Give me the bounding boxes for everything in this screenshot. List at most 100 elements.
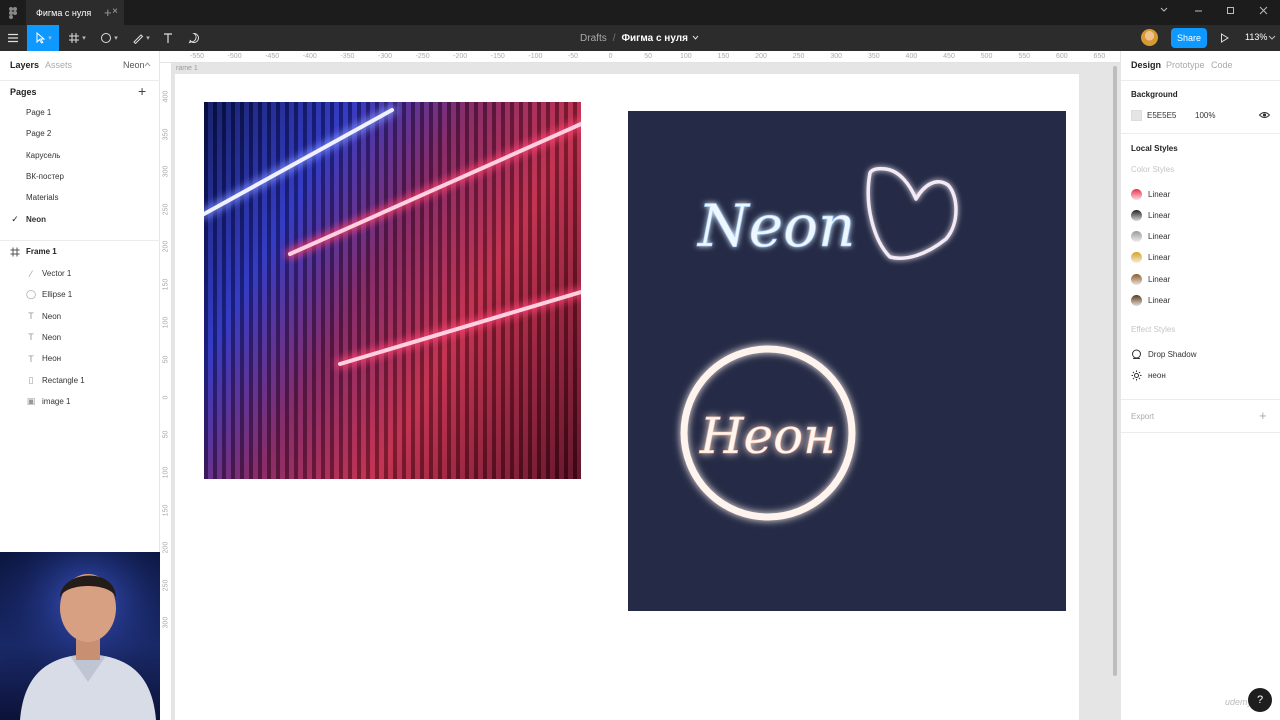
add-page-icon[interactable]: + xyxy=(138,83,146,99)
color-style-item[interactable]: Linear xyxy=(1131,186,1170,202)
text-tool-button[interactable] xyxy=(158,25,178,51)
pen-tool-button[interactable]: ▾ xyxy=(127,25,155,51)
tab-prototype[interactable]: Prototype xyxy=(1166,60,1205,70)
close-tab-icon[interactable]: × xyxy=(112,7,118,17)
ruler-tick-label: -150 xyxy=(490,53,505,60)
layer-item-label: Neon xyxy=(42,311,62,321)
page-item[interactable]: Page 1 xyxy=(0,102,160,123)
layer-item[interactable]: ◯ Ellipse 1 xyxy=(0,284,160,305)
color-style-item[interactable]: Linear xyxy=(1131,250,1170,266)
canvas[interactable]: rame 1 Neon Неон xyxy=(172,63,1118,720)
eye-icon[interactable] xyxy=(1259,111,1270,119)
layer-item[interactable]: T Неон xyxy=(0,348,160,369)
add-export-icon[interactable]: + xyxy=(1259,408,1267,423)
page-item[interactable]: ✓ Neon xyxy=(0,209,160,230)
ruler-tick-label: 0 xyxy=(162,395,170,400)
close-window-icon[interactable] xyxy=(1259,6,1268,15)
frame-icon xyxy=(69,33,80,43)
effect-style-item[interactable]: неон xyxy=(1131,367,1166,383)
color-style-item[interactable]: Linear xyxy=(1131,271,1170,287)
play-icon[interactable] xyxy=(1220,33,1229,43)
page-item-label: Materials xyxy=(26,193,59,203)
layer-item[interactable]: T Neon xyxy=(0,306,160,327)
color-style-label: Linear xyxy=(1148,210,1171,220)
ruler-tick-label: 100 xyxy=(162,316,170,328)
local-styles-title: Local Styles xyxy=(1131,144,1178,153)
cursor-icon xyxy=(36,32,46,44)
layer-item-label: Rectangle 1 xyxy=(42,375,85,385)
new-tab-icon[interactable]: + xyxy=(104,5,112,20)
text-icon: T xyxy=(28,353,34,364)
neon-photo[interactable] xyxy=(204,102,581,479)
vertical-scrollbar[interactable] xyxy=(1113,66,1117,676)
background-hex[interactable]: E5E5E5 xyxy=(1147,111,1176,120)
share-button[interactable]: Share xyxy=(1171,28,1207,48)
background-title: Background xyxy=(1131,90,1178,99)
color-style-item[interactable]: Linear xyxy=(1131,229,1170,245)
drop-shadow-icon xyxy=(1132,349,1141,359)
frame-tool-button[interactable]: ▾ xyxy=(63,25,91,51)
frame-label[interactable]: rame 1 xyxy=(176,65,198,72)
maximize-icon[interactable] xyxy=(1226,6,1235,15)
effect-style-item[interactable]: Drop Shadow xyxy=(1131,346,1196,362)
color-style-item[interactable]: Linear xyxy=(1131,293,1170,309)
layer-item-label: Vector 1 xyxy=(42,269,72,278)
help-button[interactable]: ? xyxy=(1248,688,1272,712)
sun-icon xyxy=(1131,370,1142,380)
ruler-tick-label: -400 xyxy=(302,53,317,60)
page-item[interactable]: Карусель xyxy=(0,145,160,166)
file-tab-title: Фигма с нуля xyxy=(36,7,92,18)
layer-item[interactable]: T Neon xyxy=(0,327,160,348)
tab-layers[interactable]: Layers xyxy=(10,60,39,70)
ruler-tick-label: 600 xyxy=(1055,53,1068,60)
page-item-label: Карусель xyxy=(26,150,61,160)
layer-item[interactable]: ▣ image 1 xyxy=(0,391,160,412)
tab-design[interactable]: Design xyxy=(1131,60,1161,70)
ruler-tick-label: 200 xyxy=(755,53,767,60)
layer-item[interactable]: ▯ Rectangle 1 xyxy=(0,370,160,391)
text-icon xyxy=(164,33,172,43)
color-style-item[interactable]: Linear xyxy=(1131,207,1170,223)
move-tool-button[interactable]: ▾ xyxy=(27,25,59,51)
neon-artboard[interactable]: Neon Неон xyxy=(628,111,1066,611)
page-item-label: Page 2 xyxy=(26,129,52,139)
layer-item-label: Ellipse 1 xyxy=(42,290,73,300)
heart-vector[interactable] xyxy=(866,166,958,260)
color-style-label: Linear xyxy=(1148,274,1171,284)
avatar[interactable] xyxy=(1141,29,1158,46)
page-selector[interactable]: Neon xyxy=(123,60,145,70)
figma-logo-icon[interactable] xyxy=(9,7,17,19)
ruler-tick-label: 300 xyxy=(162,617,170,629)
page-item[interactable]: Materials xyxy=(0,187,160,208)
main-menu-button[interactable] xyxy=(0,25,26,51)
ruler-tick-label: 400 xyxy=(905,53,918,60)
chevron-down-icon[interactable] xyxy=(1160,6,1168,14)
layer-item[interactable]: ⁄ Vector 1 xyxy=(0,263,160,284)
chevron-down-icon[interactable] xyxy=(691,34,700,42)
pages-title: Pages xyxy=(10,87,37,97)
chevron-up-icon[interactable] xyxy=(144,62,151,67)
layer-item-label: image 1 xyxy=(42,396,71,406)
frame-icon xyxy=(10,247,20,256)
tab-assets[interactable]: Assets xyxy=(45,60,72,70)
ruler-tick-label: 250 xyxy=(162,579,170,592)
breadcrumb-drafts[interactable]: Drafts xyxy=(580,33,607,44)
page-item[interactable]: ВК-постер xyxy=(0,166,160,187)
zoom-level[interactable]: 113% xyxy=(1245,32,1267,42)
neon-text[interactable]: Neon xyxy=(696,192,856,261)
chevron-down-icon[interactable] xyxy=(1268,35,1276,41)
background-opacity[interactable]: 100% xyxy=(1195,111,1215,120)
minimize-icon[interactable] xyxy=(1194,6,1203,15)
neon-cyrillic-text[interactable]: Неон xyxy=(699,407,837,466)
background-swatch[interactable] xyxy=(1131,110,1142,121)
comment-tool-button[interactable] xyxy=(184,25,204,51)
ruler-tick-label: 250 xyxy=(792,53,805,60)
frame-1[interactable]: Neon Неон xyxy=(175,74,1079,720)
file-name[interactable]: Фигма с нуля xyxy=(622,33,688,44)
page-item[interactable]: Page 2 xyxy=(0,123,160,144)
shape-tool-button[interactable]: ▾ xyxy=(95,25,123,51)
tab-code[interactable]: Code xyxy=(1211,60,1233,70)
frame-layer[interactable]: Frame 1 xyxy=(0,241,160,262)
effect-style-label: Drop Shadow xyxy=(1148,349,1197,359)
ruler-tick-label: -550 xyxy=(189,53,205,60)
